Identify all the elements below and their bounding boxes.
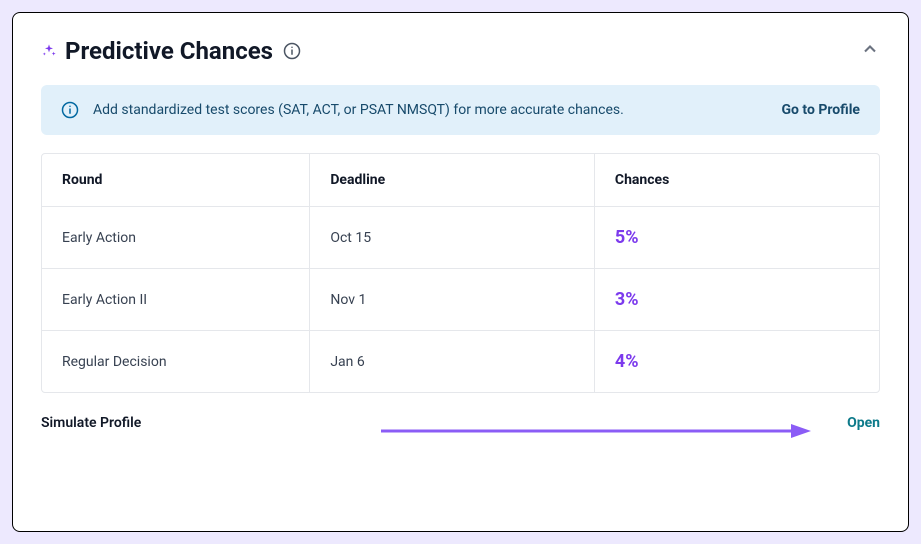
cell-deadline: Jan 6 (310, 331, 595, 393)
simulate-profile-label: Simulate Profile (41, 415, 141, 431)
chance-value: 4% (615, 351, 639, 372)
chevron-up-icon[interactable] (860, 39, 880, 63)
table-row: Regular Decision Jan 6 4% (42, 331, 879, 393)
chance-value: 5% (615, 227, 639, 248)
cell-chances: 3% (594, 269, 879, 331)
info-icon[interactable] (283, 42, 301, 60)
arrow-annotation (381, 421, 811, 445)
cell-deadline: Nov 1 (310, 269, 595, 331)
go-to-profile-link[interactable]: Go to Profile (781, 102, 860, 118)
open-link[interactable]: Open (847, 415, 880, 431)
col-header-round: Round (42, 154, 310, 207)
cell-chances: 4% (594, 331, 879, 393)
cell-round: Regular Decision (42, 331, 310, 393)
info-banner: Add standardized test scores (SAT, ACT, … (41, 85, 880, 135)
cell-chances: 5% (594, 207, 879, 269)
header-left: Predictive Chances (41, 37, 301, 65)
banner-message: Add standardized test scores (SAT, ACT, … (93, 102, 624, 118)
col-header-deadline: Deadline (310, 154, 595, 207)
info-circle-icon (61, 101, 79, 119)
card-header: Predictive Chances (41, 37, 880, 65)
table-header-row: Round Deadline Chances (42, 154, 879, 207)
cell-round: Early Action (42, 207, 310, 269)
table-row: Early Action II Nov 1 3% (42, 269, 879, 331)
col-header-chances: Chances (594, 154, 879, 207)
cell-round: Early Action II (42, 269, 310, 331)
banner-left: Add standardized test scores (SAT, ACT, … (61, 101, 624, 119)
footer-row: Simulate Profile Open (41, 415, 880, 431)
sparkle-icon (41, 43, 57, 59)
cell-deadline: Oct 15 (310, 207, 595, 269)
chance-value: 3% (615, 289, 639, 310)
predictive-chances-card: Predictive Chances (12, 12, 909, 532)
card-title: Predictive Chances (65, 37, 273, 65)
table-row: Early Action Oct 15 5% (42, 207, 879, 269)
chances-table: Round Deadline Chances Early Action Oct … (41, 153, 880, 393)
